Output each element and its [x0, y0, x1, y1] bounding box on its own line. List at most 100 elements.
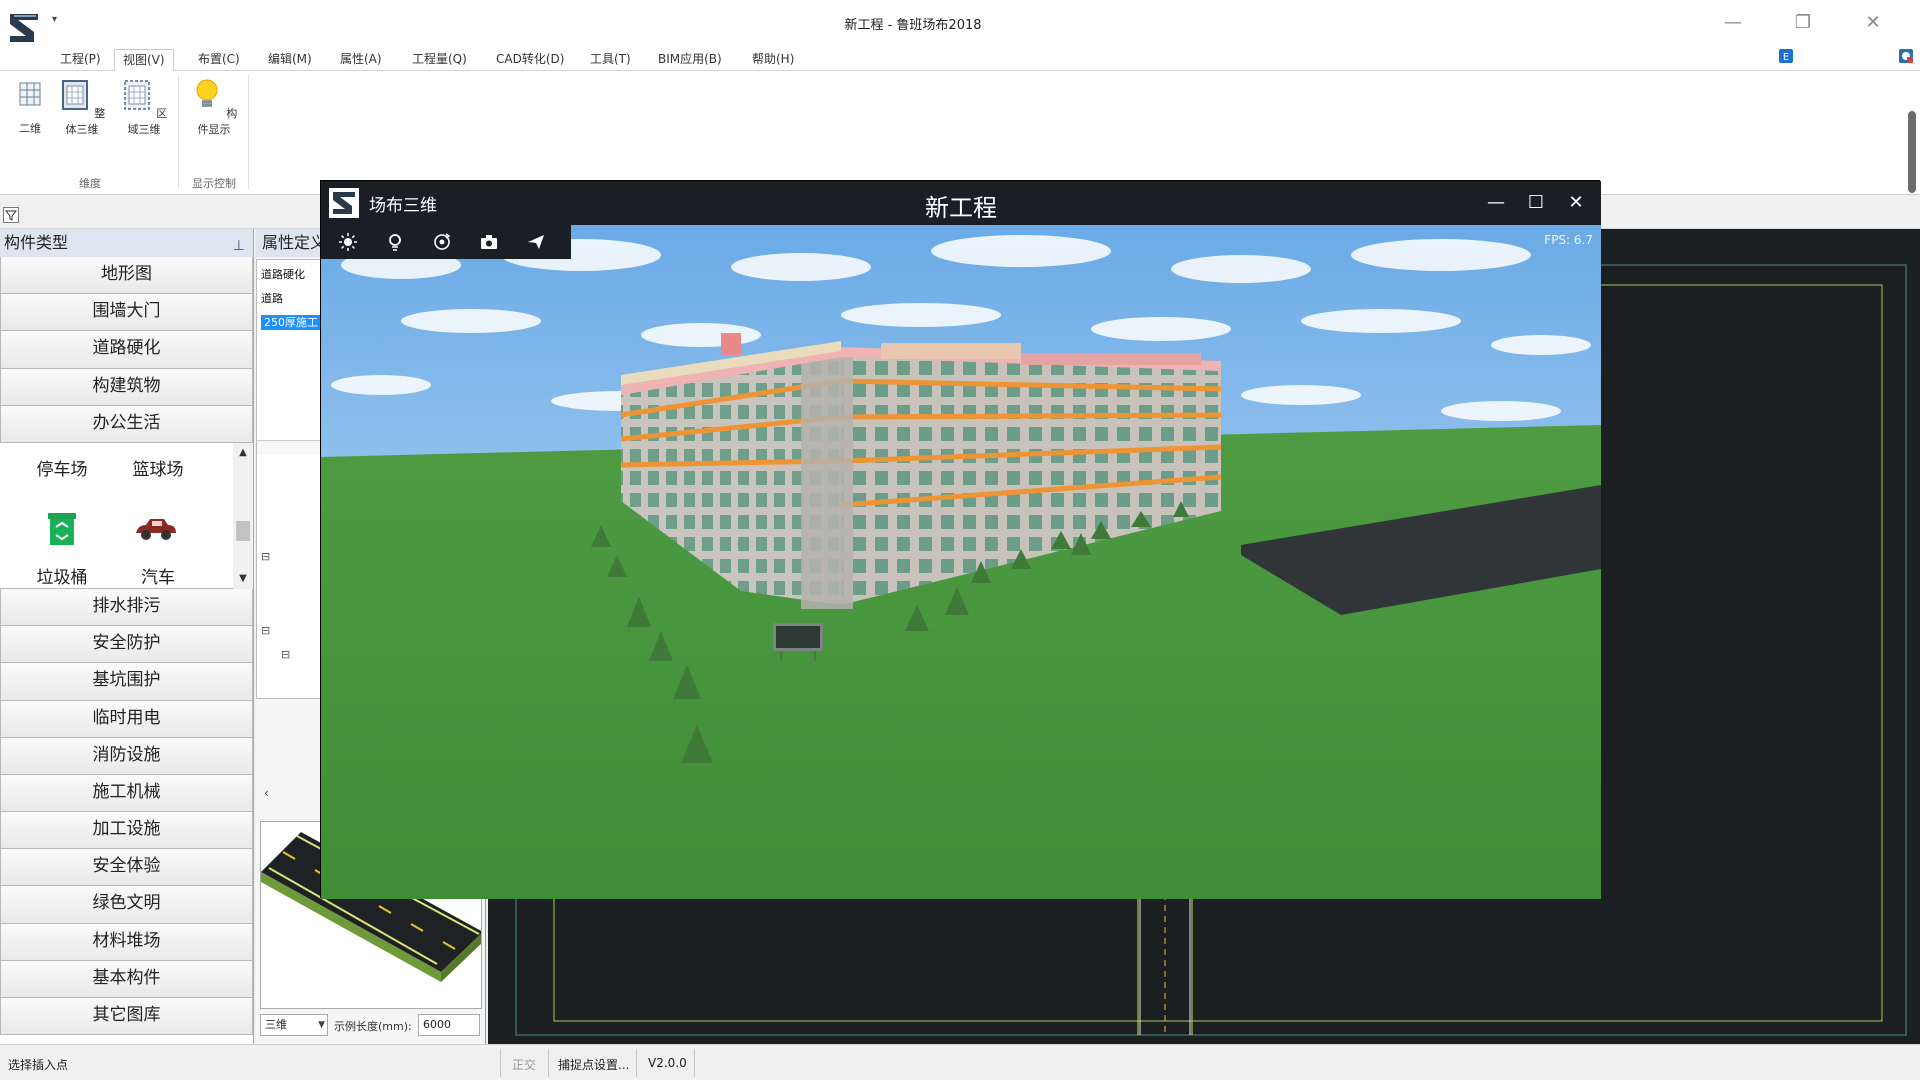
library-pane: 停车场 篮球场 垃圾桶 汽车 ▲ ▼ [0, 442, 253, 589]
menu-quantity[interactable]: 工程量(Q) [404, 49, 475, 71]
menu-project[interactable]: 工程(P) [52, 49, 109, 71]
category-processing[interactable]: 加工设施 [0, 812, 253, 850]
scroll-left-icon[interactable]: ‹ [260, 783, 320, 803]
ribbon-scrollbar[interactable] [1908, 111, 1916, 193]
component-type-title: 构件类型 [4, 233, 69, 252]
version-label: V2.0.0 [648, 1056, 687, 1070]
category-safety-experience[interactable]: 安全体验 [0, 849, 253, 887]
category-wall-gate[interactable]: 围墙大门 [0, 294, 253, 332]
snap-settings-button[interactable]: 捕捉点设置... [558, 1056, 629, 1073]
viewer-close-button[interactable]: ✕ [1561, 189, 1591, 217]
view-whole-3d-button[interactable]: 整体三维 [56, 77, 108, 137]
category-other-library[interactable]: 其它图库 [0, 998, 253, 1036]
viewer-maximize-button[interactable]: ☐ [1521, 189, 1551, 217]
tree-item-road-hardening[interactable]: 道路硬化 [261, 266, 305, 282]
category-office-living[interactable]: 办公生活 [0, 405, 253, 443]
group-display-control-label: 显示控制 [192, 177, 236, 190]
lightbulb-icon [196, 79, 218, 107]
view-whole-3d-label: 整体三维 [65, 107, 106, 136]
library-scrollbar[interactable]: ▲ ▼ [233, 442, 253, 589]
library-scroll-thumb[interactable] [236, 520, 250, 541]
menu-edit[interactable]: 编辑(M) [260, 49, 320, 71]
status-bar: 选择插入点 正交 捕捉点设置... V2.0.0 [0, 1044, 1920, 1080]
ribbon: 二维 整体三维 区域三维 构件显示 维度 显示控制 [0, 71, 1920, 195]
library-item-car[interactable]: 汽车 [126, 563, 190, 589]
cube-3d-icon [61, 80, 88, 110]
minimize-button[interactable]: — [1710, 8, 1756, 38]
menu-cad-convert[interactable]: CAD转化(D) [488, 49, 572, 71]
scroll-down-icon[interactable]: ▼ [233, 573, 253, 584]
3d-scene[interactable] [321, 225, 1601, 899]
category-structures[interactable]: 构建筑物 [0, 368, 253, 406]
view-mode-select[interactable]: 三维 ▼ [260, 1014, 328, 1036]
length-input[interactable]: 6000 [418, 1014, 480, 1036]
library-item-basketball[interactable]: 篮球场 [126, 455, 190, 480]
library-item-parking[interactable]: 停车场 [30, 455, 94, 480]
send-icon[interactable] [525, 231, 547, 253]
category-safety[interactable]: 安全防护 [0, 626, 253, 664]
menu-bar: 工程(P) 视图(V) 布置(C) 编辑(M) 属性(A) 工程量(Q) CAD… [0, 46, 1920, 71]
settings-icon[interactable] [1898, 48, 1914, 64]
menu-help[interactable]: 帮助(H) [744, 49, 802, 71]
rotate-icon[interactable] [431, 231, 453, 253]
close-button[interactable]: ✕ [1850, 8, 1896, 38]
ortho-toggle[interactable]: 正交 [512, 1056, 536, 1073]
category-terrain[interactable]: 地形图 [0, 257, 253, 295]
tree-item-selected[interactable]: 250厚施工 [261, 315, 321, 330]
category-basic-components[interactable]: 基本构件 [0, 960, 253, 998]
status-separator [636, 1049, 637, 1077]
login-icon[interactable]: E [1778, 48, 1794, 64]
view-mode-value: 三维 [265, 1018, 287, 1031]
svg-text:E: E [1783, 52, 1789, 63]
status-prompt: 选择插入点 [8, 1058, 69, 1072]
tree-item-road[interactable]: 道路 [261, 290, 283, 306]
view-region-3d-label: 区域三维 [127, 107, 168, 136]
restore-button[interactable]: ❐ [1780, 8, 1826, 38]
collapse-icon[interactable]: ⊟ [281, 648, 290, 661]
ribbon-separator [178, 75, 179, 189]
category-fire[interactable]: 消防设施 [0, 737, 253, 775]
trash-bin-icon[interactable] [40, 505, 84, 549]
component-type-panel: 构件类型 ⊥ 地形图 围墙大门 道路硬化 构建筑物 办公生活 停车场 篮球场 垃… [0, 229, 254, 1044]
bulb-icon[interactable] [384, 231, 406, 253]
car-icon[interactable] [132, 513, 180, 545]
status-separator [694, 1049, 695, 1077]
preview-controls: 三维 ▼ 示例长度(mm): 6000 [258, 1012, 486, 1038]
category-green[interactable]: 绿色文明 [0, 886, 253, 924]
category-material-yard[interactable]: 材料堆场 [0, 923, 253, 961]
region-3d-icon [124, 80, 150, 110]
collapse-icon[interactable]: ⊟ [261, 550, 270, 563]
title-bar: ▾ 新工程 - 鲁班场布2018 — ❐ ✕ [0, 0, 1920, 47]
menu-tools[interactable]: 工具(T) [582, 49, 639, 71]
category-temp-power[interactable]: 临时用电 [0, 700, 253, 738]
component-display-button[interactable]: 构件显示 [186, 77, 242, 137]
category-road[interactable]: 道路硬化 [0, 331, 253, 369]
group-dimension-label: 维度 [79, 177, 101, 190]
chevron-down-icon: ▼ [318, 1020, 325, 1030]
grid-2d-icon [19, 82, 41, 106]
camera-icon[interactable] [478, 231, 500, 253]
pin-icon[interactable]: ⊥ [233, 232, 245, 260]
viewer-title: 新工程 [925, 194, 997, 222]
menu-layout[interactable]: 布置(C) [190, 49, 248, 71]
menu-view[interactable]: 视图(V) [114, 49, 174, 71]
view-2d-label: 二维 [19, 122, 41, 135]
category-machinery[interactable]: 施工机械 [0, 774, 253, 813]
category-drainage[interactable]: 排水排污 [0, 588, 253, 627]
view-region-3d-button[interactable]: 区域三维 [118, 77, 170, 137]
length-label: 示例长度(mm): [334, 1020, 412, 1033]
category-pit-support[interactable]: 基坑围护 [0, 663, 253, 701]
viewer-header: 场布三维 新工程 — ☐ ✕ [321, 181, 1601, 225]
menu-attributes[interactable]: 属性(A) [332, 49, 390, 71]
ribbon-separator [248, 75, 249, 189]
scroll-up-icon[interactable]: ▲ [233, 447, 253, 458]
collapse-icon[interactable]: ⊟ [261, 624, 270, 637]
3d-scene-render [321, 225, 1601, 899]
window-title: 新工程 - 鲁班场布2018 [844, 18, 982, 33]
menu-bim[interactable]: BIM应用(B) [650, 49, 730, 71]
viewer-minimize-button[interactable]: — [1481, 189, 1511, 217]
filter-icon[interactable] [3, 207, 19, 223]
library-item-trash-bin[interactable]: 垃圾桶 [30, 563, 94, 589]
view-2d-button[interactable]: 二维 [10, 77, 50, 136]
sun-icon[interactable] [337, 231, 359, 253]
